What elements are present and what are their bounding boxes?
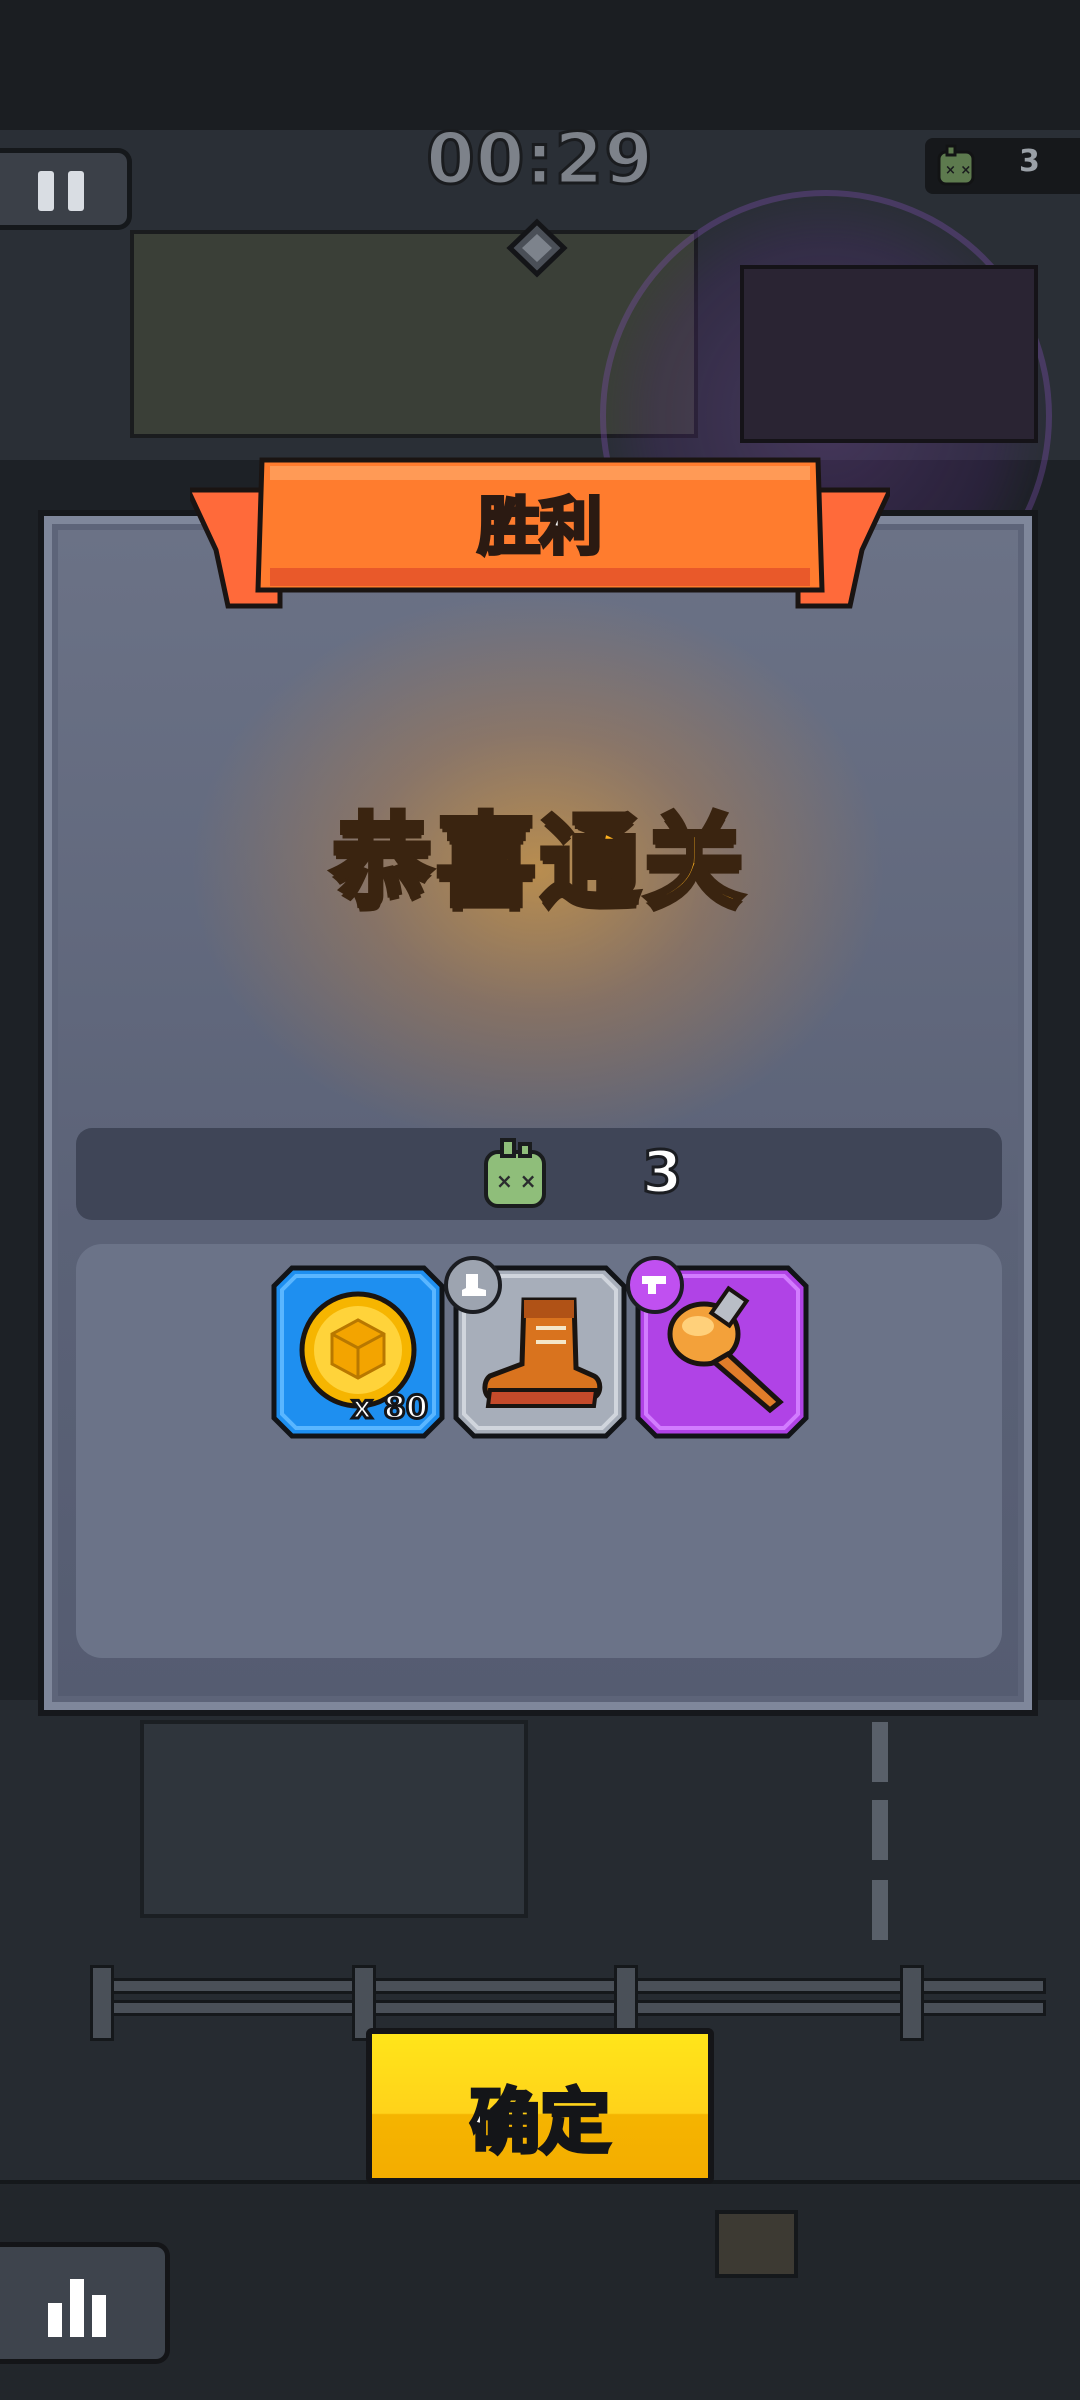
pause-button[interactable] (0, 148, 132, 230)
reward-item-boots[interactable] (444, 1256, 628, 1440)
hand-slot-glyph (642, 1276, 666, 1294)
level-clear-headline: 恭喜通关 (330, 801, 748, 923)
kill-counter-hud: × × 3 (925, 138, 1080, 194)
road-marking (872, 1722, 888, 1782)
confirm-button[interactable]: 确定 (366, 2028, 714, 2184)
victory-ribbon: 胜利 (190, 456, 890, 616)
svg-text:× ×: × × (496, 1169, 536, 1193)
kill-summary-value: 3 (640, 1137, 683, 1208)
reward-item-coin[interactable]: x 80 (270, 1264, 446, 1440)
background-post (900, 1965, 924, 2041)
reward-item-drill[interactable] (626, 1256, 810, 1440)
background-roof (0, 0, 1080, 130)
coin-quantity: x 80 (350, 1387, 429, 1428)
stats-button[interactable] (0, 2242, 170, 2364)
confirm-button-label: 确定 (468, 2079, 612, 2165)
kill-summary-bar: × × 3 (76, 1128, 1002, 1220)
victory-title: 胜利 (476, 488, 604, 565)
kill-counter-value: 3 (1019, 144, 1040, 179)
zombie-head-icon: × × (937, 144, 975, 186)
background-door (740, 265, 1038, 443)
pause-icon (38, 171, 54, 211)
bar-chart-icon (48, 2279, 106, 2337)
background-floor-tile (140, 1720, 528, 1918)
pause-icon-bar (68, 171, 84, 211)
stage-emblem-icon (506, 218, 568, 278)
svg-text:× ×: × × (945, 163, 971, 178)
hand-slot-icon (626, 1256, 684, 1314)
background-crate (715, 2210, 798, 2278)
game-screen: 00:29 × × 3 恭喜通关 胜利 × × 3 x 80 确定 (0, 0, 1080, 2400)
boot-slot-icon (444, 1256, 502, 1314)
road-marking (872, 1880, 888, 1940)
background-post (90, 1965, 114, 2041)
match-timer: 00:29 (425, 117, 655, 202)
zombie-head-icon: × × (484, 1138, 546, 1208)
boot-slot-glyph (462, 1274, 486, 1296)
road-marking (872, 1800, 888, 1860)
